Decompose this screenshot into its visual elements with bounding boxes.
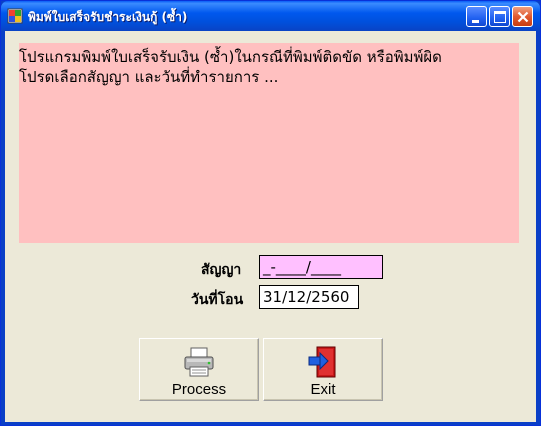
exit-button[interactable]: Exit <box>263 338 383 401</box>
exit-door-icon <box>308 346 336 378</box>
contract-field[interactable]: _-____/____ <box>259 255 383 279</box>
process-button[interactable]: Process <box>139 338 259 401</box>
printer-icon <box>184 347 214 377</box>
message-panel: โปรแกรมพิมพ์ใบเสร็จรับเงิน (ซ้ำ)ในกรณีที… <box>19 43 519 243</box>
contract-label: สัญญา <box>201 262 242 278</box>
message-line-2: โปรดเลือกสัญญา และวันที่ทำรายการ ... <box>19 68 279 86</box>
maximize-button[interactable] <box>489 6 510 27</box>
form-client-area: โปรแกรมพิมพ์ใบเสร็จรับเงิน (ซ้ำ)ในกรณีที… <box>5 31 536 422</box>
process-button-label: Process <box>171 381 227 398</box>
minimize-button[interactable] <box>466 6 487 27</box>
transfer-date-field[interactable]: 31/12/2560 <box>259 285 359 309</box>
close-button[interactable] <box>512 6 533 27</box>
title-bar[interactable]: พิมพ์ใบเสร็จรับชำระเงินกู้ (ซ้ำ) <box>1 1 540 31</box>
transfer-date-label: วันที่โอน <box>191 292 244 308</box>
application-window: พิมพ์ใบเสร็จรับชำระเงินกู้ (ซ้ำ) โปรแกรม… <box>0 0 541 426</box>
app-icon <box>7 8 23 24</box>
close-icon <box>517 11 529 23</box>
minimize-icon <box>472 20 479 23</box>
exit-button-label: Exit <box>310 381 336 398</box>
window-title: พิมพ์ใบเสร็จรับชำระเงินกู้ (ซ้ำ) <box>28 10 188 24</box>
maximize-icon <box>494 11 506 23</box>
